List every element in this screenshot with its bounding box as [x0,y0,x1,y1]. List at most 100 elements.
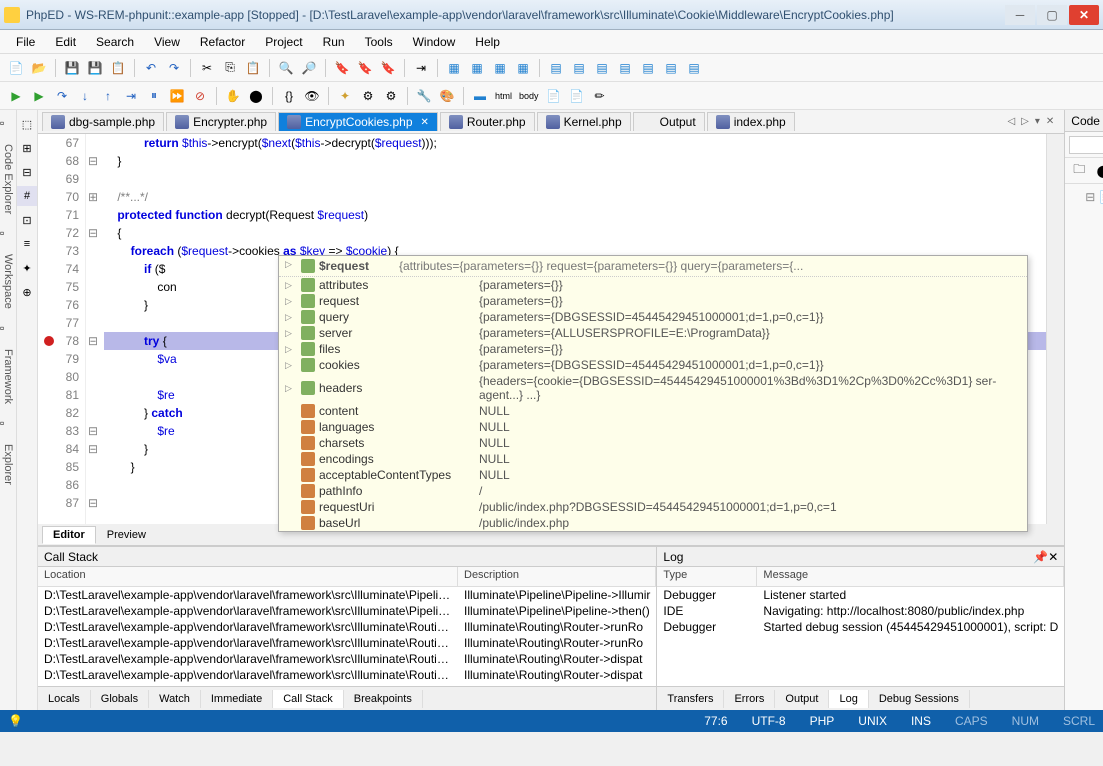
tool1-icon[interactable]: ✦ [335,86,355,106]
debug-icon[interactable]: ▶ [29,86,49,106]
tab-next-icon[interactable]: ▷ [1019,116,1031,127]
editor-tab[interactable]: index.php [707,112,795,131]
tool3-icon[interactable]: ⚙ [381,86,401,106]
callstack-rows[interactable]: D:\TestLaravel\example-app\vendor\larave… [38,587,656,686]
editor-tab[interactable]: EncryptCookies.php✕ [278,112,438,131]
bottom-tab-log[interactable]: Log [829,690,868,708]
tool-cursor-icon[interactable]: ⬚ [17,114,37,134]
bottom-tab-watch[interactable]: Watch [149,690,201,708]
tooltip-row[interactable]: ▷cookies{parameters={DBGSESSID=454454294… [279,357,1027,373]
save-icon[interactable]: 💾 [62,58,82,78]
tooltip-row[interactable]: acceptableContentTypesNULL [279,467,1027,483]
menu-window[interactable]: Window [405,33,464,51]
step-into-icon[interactable]: ↓ [75,86,95,106]
fold-gutter[interactable]: ⊟ ⊞ ⊟ ⊟ ⊟⊟ ⊟ [86,134,100,524]
callstack-row[interactable]: D:\TestLaravel\example-app\vendor\larave… [38,603,656,619]
run-icon[interactable]: ▶ [6,86,26,106]
bookmark-icon[interactable]: 🔖 [332,58,352,78]
tag3-icon[interactable]: ✏ [590,86,610,106]
window-close-button[interactable]: ✕ [1069,5,1099,25]
copy-icon[interactable]: 📋 [108,58,128,78]
log-col-type[interactable]: Type [657,567,757,586]
tooltip-rows[interactable]: ▷attributes{parameters={}}▷request{param… [279,277,1027,531]
eval-icon[interactable]: {} [279,86,299,106]
tag2-icon[interactable]: 📄 [567,86,587,106]
menu-project[interactable]: Project [257,33,310,51]
window-maximize-button[interactable]: ▢ [1037,5,1067,25]
subtab-editor[interactable]: Editor [42,526,96,544]
callstack-row[interactable]: D:\TestLaravel\example-app\vendor\larave… [38,587,656,603]
tooltip-row[interactable]: requestUri/public/index.php?DBGSESSID=45… [279,499,1027,515]
pause-icon[interactable]: ⏸ [144,86,164,106]
tooltip-row[interactable]: baseUrl/public/index.php [279,515,1027,531]
view4-icon[interactable]: ▤ [615,58,635,78]
tool-f-icon[interactable]: ✦ [17,258,37,278]
tool-c-icon[interactable]: # [17,186,37,206]
step-out-icon[interactable]: ↑ [98,86,118,106]
tab-close-icon[interactable]: ✕ [417,117,429,128]
new-file-icon[interactable]: 📄 [6,58,26,78]
view2-icon[interactable]: ▤ [569,58,589,78]
variable-inspection-popup[interactable]: ▷ $request {attributes={parameters={}} r… [278,255,1028,532]
continue-icon[interactable]: ⏩ [167,86,187,106]
tool-b-icon[interactable]: ⊟ [17,162,37,182]
log-row[interactable]: DebuggerStarted debug session (454454294… [657,619,1064,635]
log-col-message[interactable]: Message [757,567,1064,586]
tab-prev-icon[interactable]: ◁ [1005,116,1017,127]
bottom-tab-output[interactable]: Output [775,690,829,708]
open-file-icon[interactable]: 📂 [29,58,49,78]
tooltip-row[interactable]: pathInfo/ [279,483,1027,499]
breakpoint-icon[interactable] [44,336,54,346]
menu-search[interactable]: Search [88,33,142,51]
tool-e-icon[interactable]: ≡ [17,234,37,254]
nav-t2-icon[interactable]: ⬤ [1093,161,1103,181]
find-icon[interactable]: 🔍 [276,58,296,78]
tooltip-row[interactable]: languagesNULL [279,419,1027,435]
block1-icon[interactable]: ▦ [444,58,464,78]
block4-icon[interactable]: ▦ [513,58,533,78]
step-over-icon[interactable]: ↷ [52,86,72,106]
menu-file[interactable]: File [8,33,43,51]
stop-icon[interactable]: ⊘ [190,86,210,106]
view1-icon[interactable]: ▤ [546,58,566,78]
window-minimize-button[interactable]: ─ [1005,5,1035,25]
tooltip-row[interactable]: ▷request{parameters={}} [279,293,1027,309]
callstack-col-location[interactable]: Location [38,567,458,586]
tooltip-row[interactable]: ▷attributes{parameters={}} [279,277,1027,293]
callstack-row[interactable]: D:\TestLaravel\example-app\vendor\larave… [38,651,656,667]
tooltip-row[interactable]: encodingsNULL [279,451,1027,467]
tooltip-row[interactable]: ▷headers{headers={cookie={DBGSESSID=4544… [279,373,1027,403]
tooltip-row[interactable]: contentNULL [279,403,1027,419]
menu-tools[interactable]: Tools [357,33,401,51]
block3-icon[interactable]: ▦ [490,58,510,78]
paste-icon[interactable]: 📋 [243,58,263,78]
rail-icon[interactable]: ▫ [0,416,16,432]
rail-icon[interactable]: ▫ [0,321,16,337]
callstack-col-description[interactable]: Description [458,567,656,586]
left-rail-workspace[interactable]: Workspace [0,246,16,317]
editor-tab[interactable]: Output [633,112,705,131]
tool4-icon[interactable]: 🔧 [414,86,434,106]
log-row[interactable]: IDENavigating: http://localhost:8080/pub… [657,603,1064,619]
bookmark2-icon[interactable]: 🔖 [355,58,375,78]
tag1-icon[interactable]: 📄 [544,86,564,106]
left-rail-explorer[interactable]: Explorer [0,436,16,493]
panel-close-icon[interactable]: ✕ [1048,550,1058,564]
log-row[interactable]: DebuggerListener started [657,587,1064,603]
rail-icon[interactable]: ▫ [0,116,16,132]
bottom-tab-breakpoints[interactable]: Breakpoints [344,690,423,708]
tool5-icon[interactable]: 🎨 [437,86,457,106]
undo-icon[interactable]: ↶ [141,58,161,78]
tooltip-row[interactable]: charsetsNULL [279,435,1027,451]
body-tag-button[interactable]: body [517,86,541,106]
bottom-tab-debug-sessions[interactable]: Debug Sessions [869,690,970,708]
redo-icon[interactable]: ↷ [164,58,184,78]
tool-g-icon[interactable]: ⊕ [17,282,37,302]
nav-tree-item[interactable]: ⊟ 📄 EncryptCookies.php [1069,188,1103,206]
log-rows[interactable]: DebuggerListener startedIDENavigating: h… [657,587,1064,686]
bottom-tab-globals[interactable]: Globals [91,690,149,708]
rail-icon[interactable]: ▫ [0,226,16,242]
editor-tab[interactable]: dbg-sample.php [42,112,164,131]
bottom-tab-transfers[interactable]: Transfers [657,690,724,708]
run-to-cursor-icon[interactable]: ⇥ [121,86,141,106]
